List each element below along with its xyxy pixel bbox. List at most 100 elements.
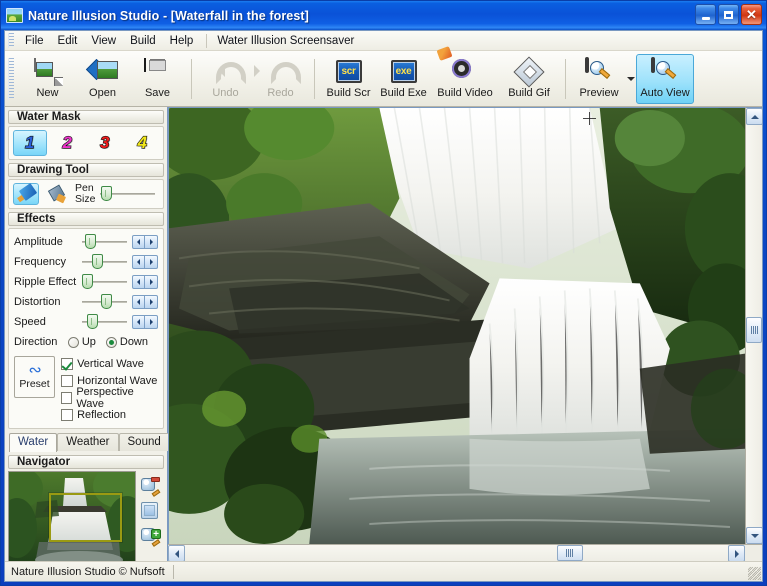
build-gif-button[interactable]: Build Gif: [499, 54, 559, 104]
direction-up-radio[interactable]: [68, 337, 79, 348]
amplitude-spinner[interactable]: [132, 235, 158, 249]
build-exe-label: Build Exe: [380, 87, 426, 99]
menu-bar: File Edit View Build Help Water Illusion…: [5, 31, 762, 51]
minimize-button[interactable]: [695, 4, 716, 25]
floppy-save-icon: [144, 59, 172, 85]
ripple-increment[interactable]: [145, 275, 158, 289]
direction-row: Direction Up Down: [11, 332, 161, 352]
distortion-spinner[interactable]: [132, 295, 158, 309]
build-exe-button[interactable]: exe Build Exe: [376, 54, 431, 104]
auto-view-button[interactable]: Auto View: [636, 54, 694, 104]
resize-grip[interactable]: [748, 567, 761, 580]
brush-tool-button[interactable]: [13, 183, 39, 205]
zoom-out-button[interactable]: [140, 477, 160, 495]
tab-water[interactable]: Water: [9, 433, 57, 452]
maximize-button[interactable]: [718, 4, 739, 25]
build-video-button[interactable]: Build Video: [431, 54, 499, 104]
water-mask-4-button[interactable]: 4: [126, 130, 160, 156]
close-button[interactable]: ✕: [741, 4, 762, 25]
direction-down-radio[interactable]: [106, 337, 117, 348]
paint-bucket-icon: [48, 186, 67, 203]
save-button[interactable]: Save: [130, 54, 185, 104]
fit-to-window-button[interactable]: [140, 502, 160, 520]
vertical-scroll-track[interactable]: [746, 125, 762, 527]
left-sidebar: Water Mask 1 2 3 4 Drawing Tool: [5, 107, 168, 561]
frequency-decrement[interactable]: [132, 255, 145, 269]
fill-tool-button[interactable]: [44, 183, 70, 205]
perspective-wave-checkbox[interactable]: [61, 392, 72, 404]
preset-button[interactable]: ∾ Preset: [14, 356, 55, 398]
perspective-wave-row[interactable]: Perspective Wave: [61, 390, 158, 406]
water-mask-1-label: 1: [25, 133, 34, 153]
menu-file[interactable]: File: [18, 33, 51, 49]
vertical-wave-checkbox[interactable]: [61, 358, 73, 370]
toolbar-grip[interactable]: [8, 58, 14, 100]
speed-label: Speed: [14, 316, 82, 328]
frequency-slider[interactable]: [82, 255, 127, 269]
zoom-in-button[interactable]: +: [140, 527, 160, 545]
pen-size-line2: Size: [75, 194, 95, 205]
reflection-row[interactable]: Reflection: [61, 407, 158, 423]
horizontal-scroll-track[interactable]: [185, 545, 728, 561]
undo-button-label: Undo: [212, 87, 238, 99]
water-mask-3-button[interactable]: 3: [88, 130, 122, 156]
scroll-down-button[interactable]: [746, 527, 763, 544]
open-button[interactable]: Open: [75, 54, 130, 104]
horizontal-scroll-thumb[interactable]: [557, 545, 583, 561]
water-mask-header: Water Mask: [8, 110, 164, 124]
menu-edit[interactable]: Edit: [51, 33, 85, 49]
preview-button[interactable]: Preview: [572, 54, 626, 104]
water-mask-1-button[interactable]: 1: [13, 130, 47, 156]
distortion-decrement[interactable]: [132, 295, 145, 309]
preview-dropdown-arrow-icon[interactable]: [626, 54, 636, 104]
frequency-spinner[interactable]: [132, 255, 158, 269]
ripple-decrement[interactable]: [132, 275, 145, 289]
speed-increment[interactable]: [145, 315, 158, 329]
drawing-tool-panel: Pen Size: [8, 179, 164, 209]
ripple-effect-slider[interactable]: [82, 275, 127, 289]
vertical-scrollbar[interactable]: [745, 107, 762, 544]
wave-options-group: Vertical Wave Horizontal Wave Perspectiv…: [61, 356, 158, 423]
vertical-scroll-thumb[interactable]: [746, 317, 762, 343]
reflection-checkbox[interactable]: [61, 409, 73, 421]
preset-button-label: Preset: [19, 378, 49, 390]
speed-spinner[interactable]: [132, 315, 158, 329]
pen-size-label: Pen Size: [75, 183, 95, 205]
menu-build[interactable]: Build: [123, 33, 163, 49]
scroll-left-button[interactable]: [168, 545, 185, 562]
auto-view-label: Auto View: [640, 87, 689, 99]
distortion-slider[interactable]: [82, 295, 127, 309]
amplitude-decrement[interactable]: [132, 235, 145, 249]
menu-help[interactable]: Help: [163, 33, 201, 49]
menu-view[interactable]: View: [84, 33, 123, 49]
navigator-viewport-rect[interactable]: [49, 493, 122, 542]
horizontal-scrollbar[interactable]: [168, 544, 762, 561]
horizontal-wave-checkbox[interactable]: [61, 375, 73, 387]
distortion-increment[interactable]: [145, 295, 158, 309]
client-area: File Edit View Build Help Water Illusion…: [4, 30, 763, 582]
build-scr-button[interactable]: scr Build Scr: [321, 54, 376, 104]
amplitude-slider[interactable]: [82, 235, 127, 249]
ripple-effect-spinner[interactable]: [132, 275, 158, 289]
navigator-thumbnail[interactable]: [8, 471, 136, 563]
pen-size-slider[interactable]: [100, 187, 155, 201]
frequency-increment[interactable]: [145, 255, 158, 269]
exe-badge-icon: exe: [390, 59, 418, 85]
speed-decrement[interactable]: [132, 315, 145, 329]
speed-slider[interactable]: [82, 315, 127, 329]
redo-button[interactable]: Redo: [253, 54, 308, 104]
scroll-right-button[interactable]: [728, 545, 745, 562]
preview-button-label: Preview: [579, 87, 618, 99]
menubar-grip[interactable]: [8, 33, 14, 48]
scroll-up-button[interactable]: [746, 108, 763, 125]
auto-view-icon: [651, 59, 679, 85]
water-mask-2-button[interactable]: 2: [51, 130, 85, 156]
open-folder-icon: [89, 59, 117, 85]
new-button[interactable]: New: [20, 54, 75, 104]
undo-button[interactable]: Undo: [198, 54, 253, 104]
tab-sound[interactable]: Sound: [119, 433, 170, 451]
tab-weather[interactable]: Weather: [57, 433, 118, 451]
amplitude-increment[interactable]: [145, 235, 158, 249]
vertical-wave-row[interactable]: Vertical Wave: [61, 356, 158, 372]
image-canvas[interactable]: [168, 107, 745, 544]
